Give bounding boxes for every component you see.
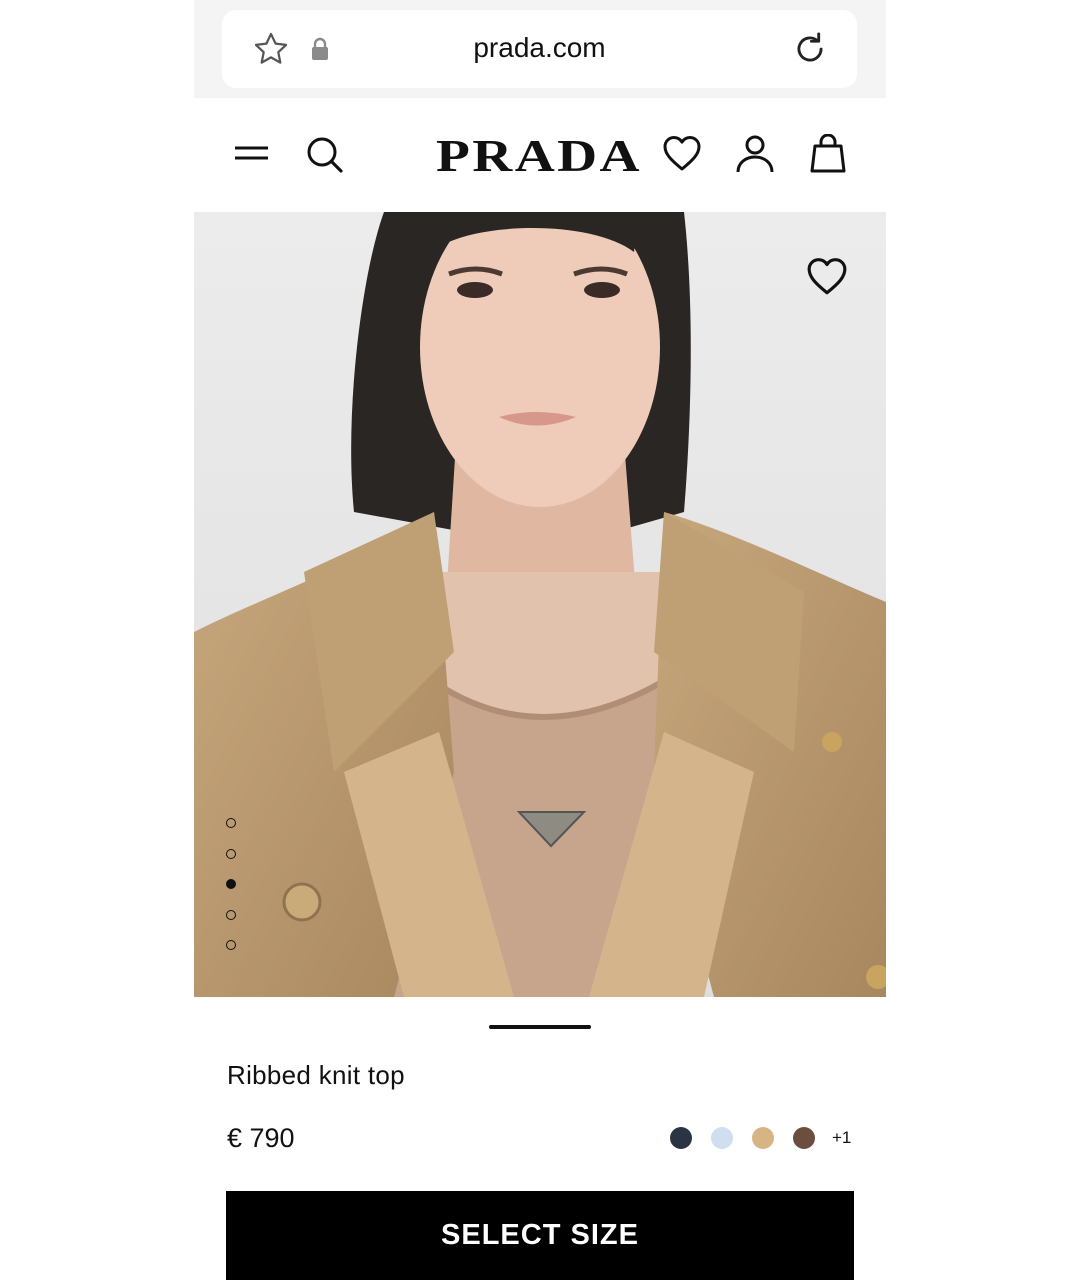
gallery-dot[interactable] — [226, 909, 236, 920]
color-swatch[interactable] — [793, 1127, 815, 1149]
url-text[interactable]: prada.com — [222, 32, 857, 64]
brand-wordmark: PRADA — [436, 130, 642, 178]
wishlist-icon[interactable] — [662, 134, 702, 174]
drawer-handle[interactable] — [489, 1025, 591, 1029]
product-price: € 790 — [227, 1123, 295, 1153]
account-icon[interactable] — [735, 134, 775, 174]
product-title: Ribbed knit top — [227, 1060, 405, 1090]
gallery-dot[interactable] — [226, 940, 236, 950]
gallery-dot[interactable] — [226, 848, 236, 859]
color-swatch[interactable] — [711, 1127, 733, 1149]
browser-bar: prada.com — [194, 0, 886, 98]
gallery-pagination — [226, 818, 240, 971]
save-to-wishlist-icon[interactable] — [806, 256, 848, 298]
gallery-dot[interactable] — [226, 879, 236, 889]
gallery-dot[interactable] — [226, 818, 236, 828]
product-image-gallery[interactable] — [194, 212, 886, 997]
bag-icon[interactable] — [808, 134, 848, 174]
address-bar[interactable]: prada.com — [222, 10, 857, 88]
color-swatch[interactable] — [752, 1127, 774, 1149]
color-swatch[interactable] — [670, 1127, 692, 1149]
more-colors-label[interactable]: +1 — [832, 1128, 851, 1148]
menu-icon[interactable] — [232, 134, 272, 174]
reload-icon[interactable] — [791, 30, 829, 68]
product-photo — [194, 212, 886, 997]
select-size-button[interactable]: SELECT SIZE — [226, 1191, 854, 1280]
color-swatches: +1 — [670, 1126, 851, 1150]
phone-screen: prada.com PRADA Ribbed knit top € 790 +1… — [194, 0, 886, 1280]
site-header: PRADA — [194, 98, 886, 212]
brand-logo[interactable]: PRADA — [434, 128, 644, 178]
search-icon[interactable] — [304, 134, 344, 174]
